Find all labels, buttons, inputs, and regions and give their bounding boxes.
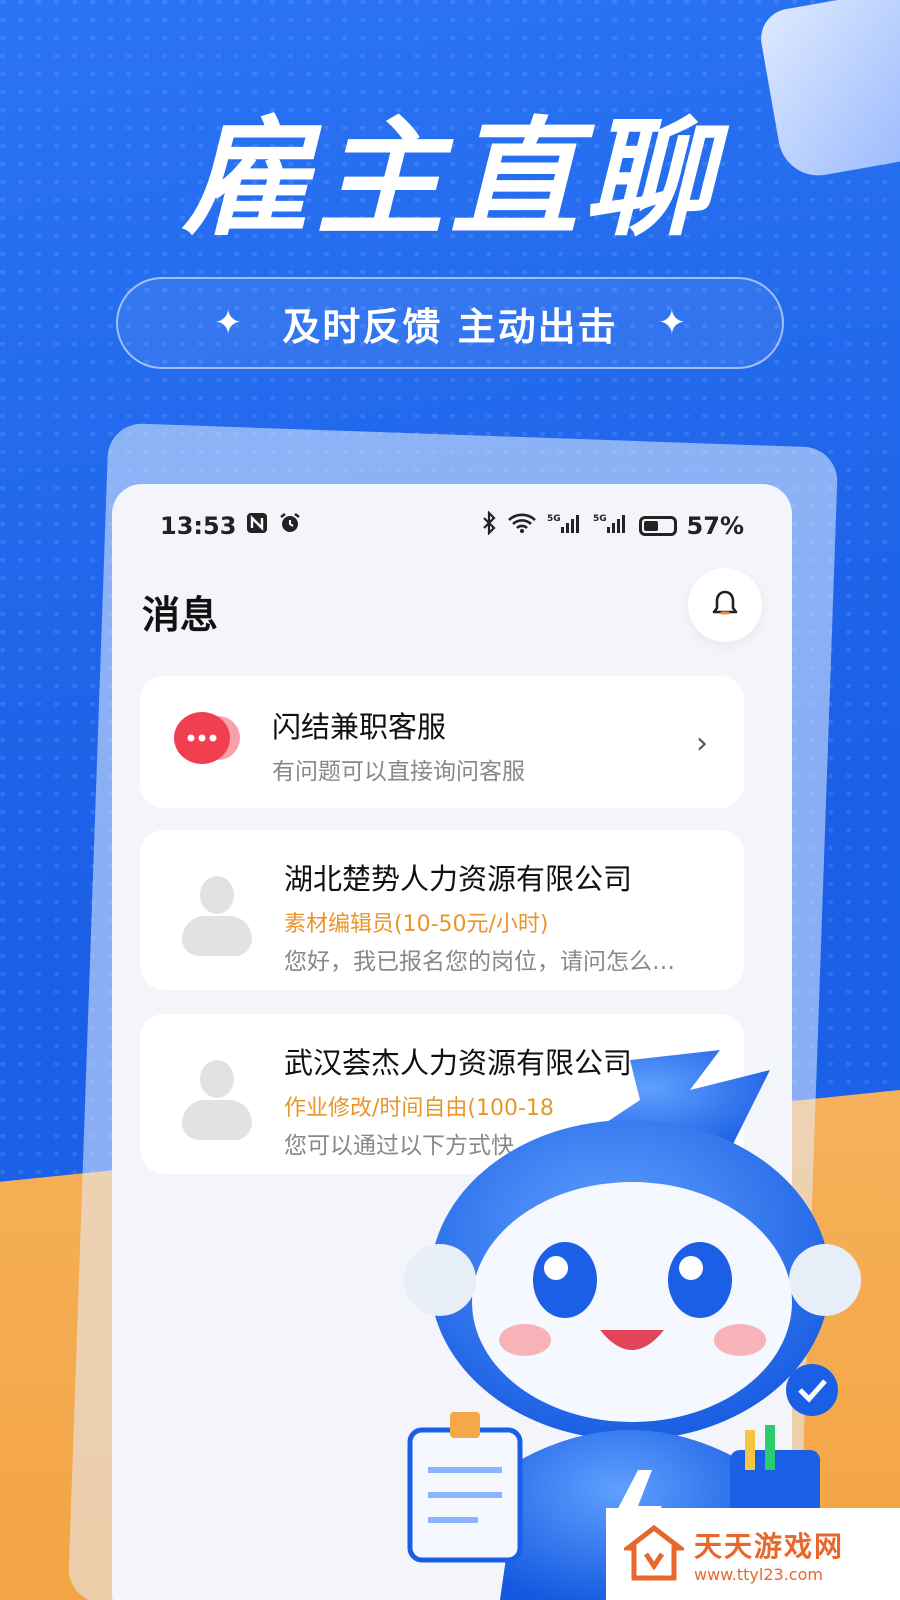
promo-slogan-pill: ✦ 及时反馈 主动出击 ✦ <box>116 277 784 369</box>
customer-service-subtitle: 有问题可以直接询问客服 <box>272 759 525 785</box>
chat-list-item[interactable]: 湖北楚势人力资源有限公司 素材编辑员(10-50元/小时) 您好，我已报名您的岗… <box>140 830 744 990</box>
promo-slogan-text: 及时反馈 主动出击 <box>282 304 618 349</box>
avatar <box>182 1060 252 1140</box>
battery-icon <box>638 516 677 536</box>
chat-job-title: 素材编辑员(10-50元/小时) <box>284 912 549 937</box>
bell-icon <box>712 590 738 615</box>
customer-service-item[interactable]: 闪结兼职客服 有问题可以直接询问客服 › <box>140 676 744 808</box>
status-bar: 13:53 5G 5G 57% <box>160 504 744 548</box>
bluetooth-icon <box>481 510 497 541</box>
chat-company-name: 湖北楚势人力资源有限公司 <box>284 862 633 896</box>
wifi-icon <box>507 512 537 540</box>
page-title: 消息 <box>142 593 219 637</box>
avatar <box>182 876 252 956</box>
customer-service-title: 闪结兼职客服 <box>272 710 447 744</box>
status-time: 13:53 <box>160 512 237 540</box>
battery-percent: 57% <box>686 512 744 540</box>
svg-text:5G: 5G <box>547 514 561 524</box>
alarm-icon <box>278 511 302 541</box>
signal-5g-icon: 5G <box>593 512 629 540</box>
site-watermark: 天天游戏网 www.ttyl23.com <box>606 1508 900 1600</box>
chat-last-message: 您好，我已报名您的岗位，请问怎么… <box>284 949 675 975</box>
svg-text:5G: 5G <box>593 514 607 524</box>
signal-5g-icon: 5G <box>547 512 583 540</box>
promo-headline: 雇主直聊 <box>181 105 718 254</box>
chat-bubble-icon <box>170 710 242 770</box>
chevron-right-icon: › <box>696 726 708 761</box>
sparkle-icon: ✦ <box>657 303 687 343</box>
watermark-name: 天天游戏网 <box>694 1529 845 1563</box>
nfc-icon <box>246 512 268 540</box>
watermark-logo-icon <box>624 1524 684 1581</box>
sparkle-icon: ✦ <box>213 303 243 343</box>
watermark-url: www.ttyl23.com <box>694 1564 823 1584</box>
notification-bell-button[interactable] <box>688 568 762 642</box>
